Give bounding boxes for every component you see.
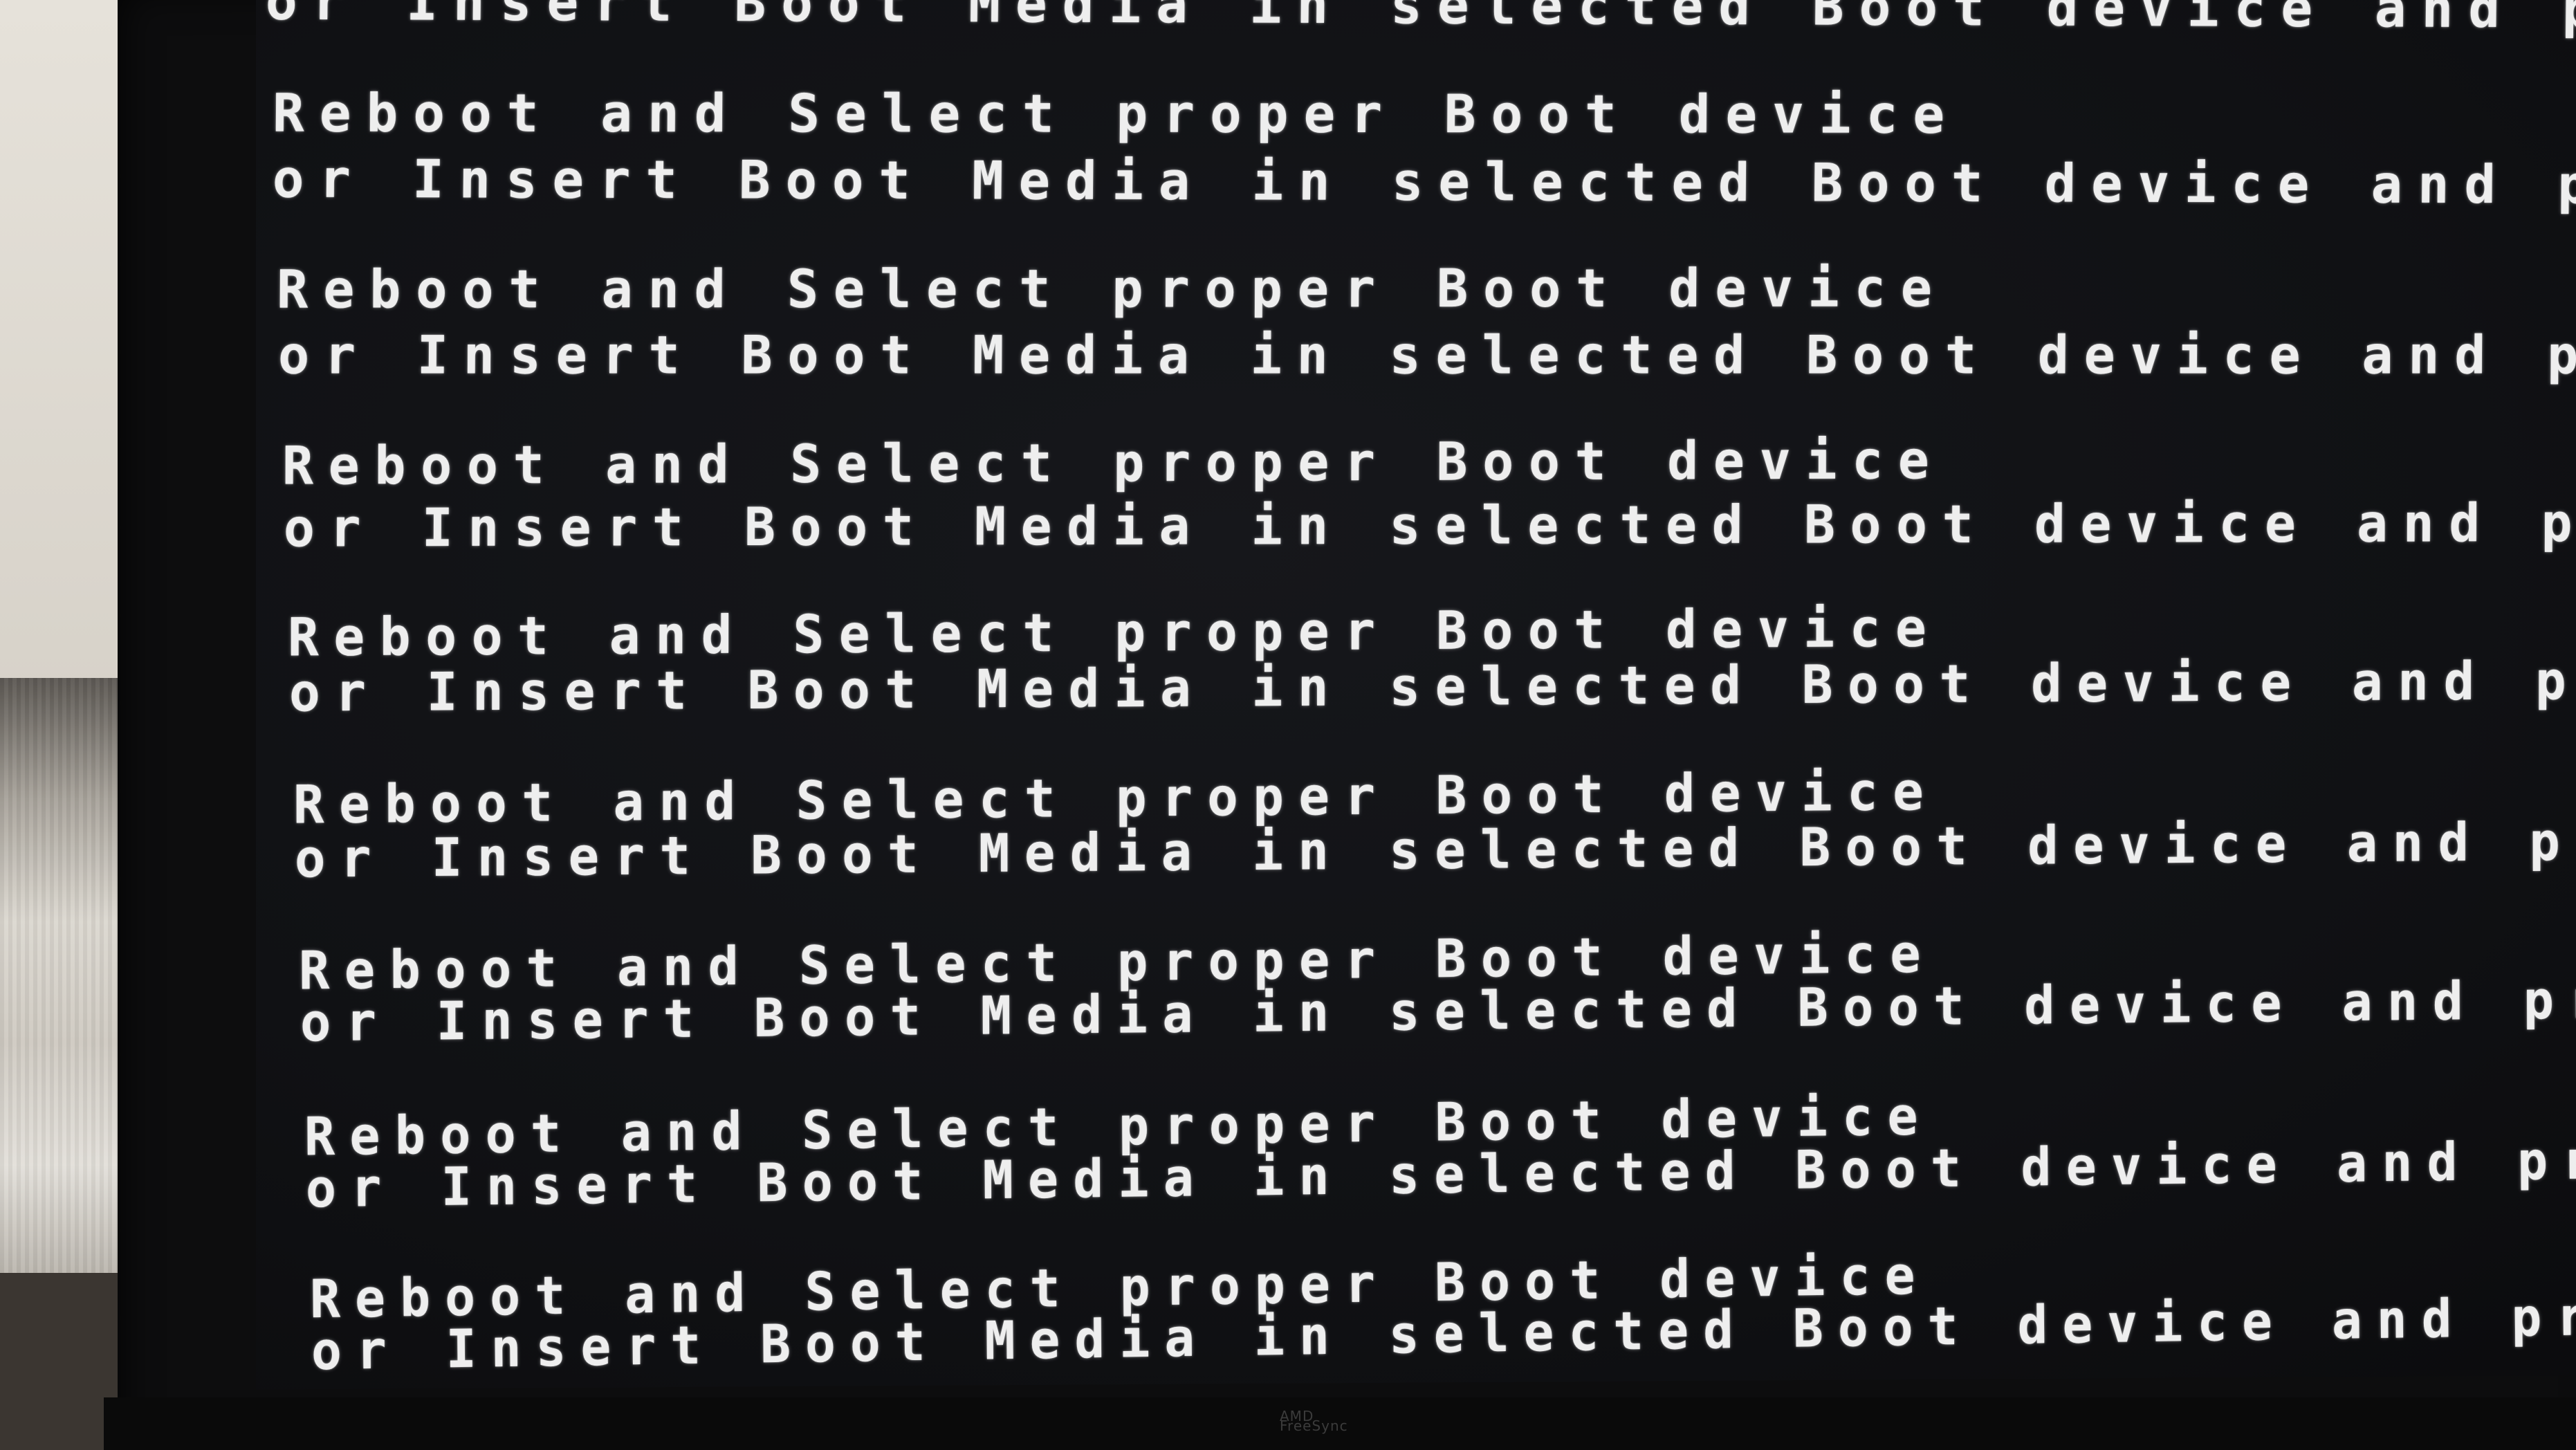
console-line-reboot: Reboot and Select proper Boot device — [272, 82, 1960, 145]
console-line-reboot: Reboot and Select proper Boot device — [276, 257, 1948, 320]
brand-line-2: FreeSync — [1280, 1417, 1348, 1434]
amd-freesync-logo: AMD FreeSync — [1280, 1409, 1377, 1434]
console-line-insert-media: or Insert Boot Media in selected Boot de… — [265, 0, 2576, 41]
console-line-insert-media: or Insert Boot Media in selected Boot de… — [272, 147, 2576, 217]
monitor: or Insert Boot Media in selected Boot de… — [118, 0, 2576, 1450]
photo-scene: or Insert Boot Media in selected Boot de… — [0, 0, 2576, 1450]
boot-error-console: or Insert Boot Media in selected Boot de… — [256, 0, 2576, 1390]
monitor-screen: or Insert Boot Media in selected Boot de… — [256, 0, 2576, 1390]
console-line-insert-media: or Insert Boot Media in selected Boot de… — [277, 324, 2576, 386]
console-line-reboot: Reboot and Select proper Boot device — [282, 429, 1944, 497]
console-line-insert-media: or Insert Boot Media in selected Boot de… — [283, 491, 2576, 559]
